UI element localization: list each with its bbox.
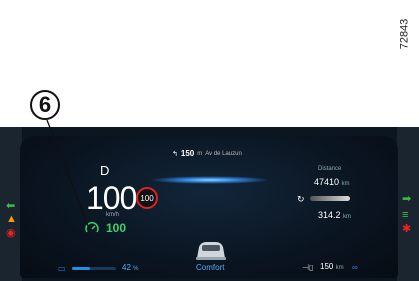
odometer-value: 47410 km [314,177,350,187]
navigation-instruction: ↰ 150 m Av de Lauzun [172,149,242,158]
drive-mode-label: Comfort [196,263,225,272]
arrow-left-icon: ⬅ [6,200,16,212]
battery-gauge-fill [72,267,91,270]
cruise-speed: 100 [106,221,127,235]
trip-value: 314.2 km [318,210,352,220]
arrow-right-icon: ➡ [402,193,412,205]
trip-icon: ↻ [297,194,305,204]
car-icon [196,242,226,260]
battery-gauge [72,267,116,270]
trip-gauge [310,196,350,201]
gear-indicator: D [100,163,110,178]
lights-icon: ≡ [402,209,409,221]
brake-icon: ◉ [6,227,16,239]
charging-plug-icon: ⊣▯ [302,263,314,272]
cruise-control-icon [85,222,99,233]
speed-limit-sign: 100 [136,187,158,209]
callout-number: 6 [30,90,60,120]
figure-reference: 72843 [398,18,410,50]
horizon-glow [150,176,270,184]
battery-percent: 42 % [122,263,139,272]
eco-icon: ∞ [352,263,358,272]
speed-unit: km/h [106,212,120,218]
range-value: 150 km [320,262,344,271]
battery-icon: ▭ [58,264,66,273]
distance-label: Distance [318,166,342,172]
seatbelt-icon: ✱ [402,223,412,235]
warning-icon: ▲ [6,213,17,225]
turn-arrow-icon: ↰ [172,150,178,158]
